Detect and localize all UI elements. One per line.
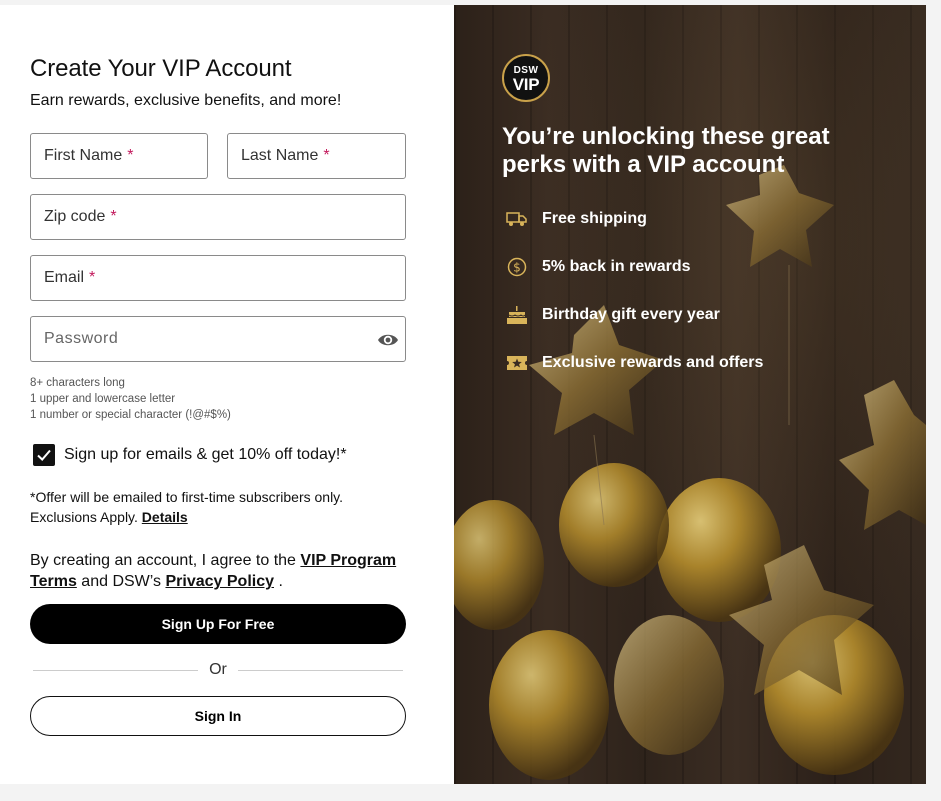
form-title: Create Your VIP Account (30, 55, 292, 82)
terms-suffix: . (278, 573, 283, 590)
terms-middle: and DSW’s (81, 573, 162, 590)
divider-line (238, 670, 403, 671)
terms-prefix: By creating an account, I agree to the (30, 552, 296, 569)
zip-code-placeholder: Zip code (44, 208, 106, 225)
zip-code-field[interactable]: Zip code * (30, 194, 406, 240)
svg-text:$: $ (513, 261, 521, 275)
required-mark: * (127, 147, 134, 164)
or-divider: Or (33, 661, 403, 678)
birthday-cake-icon (504, 304, 530, 326)
logo-text-vip: VIP (512, 75, 540, 94)
truck-icon (504, 208, 530, 230)
balloons-background-image (454, 165, 926, 780)
required-mark: * (110, 208, 117, 225)
privacy-policy-link[interactable]: Privacy Policy (165, 573, 274, 590)
show-password-icon[interactable] (377, 329, 399, 351)
terms-text: By creating an account, I agree to the V… (30, 550, 406, 592)
password-hint: 8+ characters long (30, 377, 125, 389)
form-subtitle: Earn rewards, exclusive benefits, and mo… (30, 92, 342, 109)
offer-disclaimer: *Offer will be emailed to first-time sub… (30, 487, 406, 527)
email-field[interactable]: Email * (30, 255, 406, 301)
email-optin-checkbox[interactable] (33, 444, 55, 466)
star-ticket-icon (504, 352, 530, 374)
perk-item: Birthday gift every year (504, 303, 720, 327)
perk-label: 5% back in rewards (542, 258, 691, 275)
email-optin-label[interactable]: Sign up for emails & get 10% off today!* (64, 446, 347, 464)
dollar-coin-icon: $ (504, 256, 530, 278)
vip-promo-panel: DSW VIP You’re unlocking these great per… (454, 5, 926, 784)
perks-heading: You’re unlocking these great perks with … (502, 123, 830, 178)
perk-label: Exclusive rewards and offers (542, 354, 764, 371)
details-link[interactable]: Details (142, 509, 188, 525)
exclusions-text: Exclusions Apply. (30, 509, 138, 525)
password-hint: 1 upper and lowercase letter (30, 393, 176, 405)
first-name-placeholder: First Name (44, 147, 123, 164)
password-placeholder: Password (44, 330, 119, 347)
required-mark: * (323, 147, 330, 164)
checkmark-icon (37, 449, 51, 461)
password-requirements: 8+ characters long 1 upper and lowercase… (30, 375, 231, 423)
password-hint: 1 number or special character (!@#$%) (30, 409, 231, 421)
email-placeholder: Email (44, 269, 85, 286)
offer-text: *Offer will be emailed to first-time sub… (30, 489, 344, 505)
perk-item: Free shipping (504, 207, 647, 231)
perk-item: Exclusive rewards and offers (504, 351, 763, 375)
sign-up-button[interactable]: Sign Up For Free (30, 604, 406, 644)
vip-signup-modal: Create Your VIP Account Earn rewards, ex… (0, 5, 926, 784)
required-mark: * (89, 269, 96, 286)
perk-item: $ 5% back in rewards (504, 255, 691, 279)
sign-in-button[interactable]: Sign In (30, 696, 406, 736)
first-name-field[interactable]: First Name * (30, 133, 208, 179)
last-name-placeholder: Last Name (241, 147, 319, 164)
perk-label: Free shipping (542, 210, 647, 227)
dsw-vip-logo: DSW VIP (502, 54, 550, 102)
perk-label: Birthday gift every year (542, 306, 720, 323)
last-name-field[interactable]: Last Name * (227, 133, 406, 179)
password-field[interactable]: Password (30, 316, 406, 362)
